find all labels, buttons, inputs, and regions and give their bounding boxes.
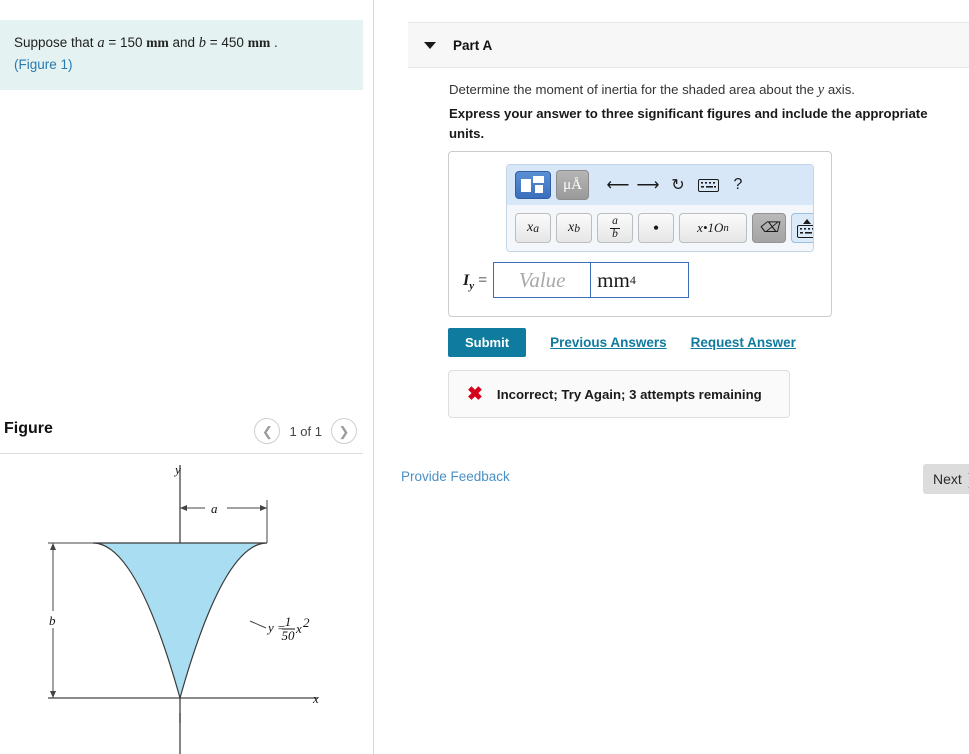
redo-icon[interactable]: ⟶ xyxy=(633,175,663,195)
unit-base: mm xyxy=(597,267,630,292)
unit-b: mm xyxy=(247,35,271,50)
figure-panel-title: Figure xyxy=(4,420,53,437)
figure-counter: 1 of 1 xyxy=(289,423,322,439)
next-button-label: Next xyxy=(933,471,962,487)
figure-dim-b-label: b xyxy=(49,613,56,628)
previous-answers-link[interactable]: Previous Answers xyxy=(550,335,667,350)
figure-dim-a-label: a xyxy=(211,501,218,516)
cross-mark-icon: ✖ xyxy=(467,383,483,405)
question-prefix: Suppose that xyxy=(14,35,98,50)
request-answer-link[interactable]: Request Answer xyxy=(691,335,796,350)
subscript-key[interactable]: xb xyxy=(556,213,592,243)
backspace-key[interactable]: ⌫ xyxy=(752,213,786,243)
answer-input-row: Iy = Value mm 4 xyxy=(463,262,690,298)
answer-value-input[interactable]: Value xyxy=(493,262,592,298)
figure-pager: ❮ 1 of 1 ❯ xyxy=(254,418,357,444)
answer-entry-panel: μÅ ⟵ ⟶ ↻ ? xa xb ab • x•1O n ⌫ Iy = Valu… xyxy=(448,151,832,317)
figure-curve-eq-variable: x xyxy=(295,621,302,636)
part-a-title: Part A xyxy=(453,37,493,53)
toggle-keyboard-key[interactable] xyxy=(791,213,813,243)
reset-icon[interactable]: ↻ xyxy=(663,175,693,195)
scientific-notation-key[interactable]: x•1O n xyxy=(679,213,747,243)
part-a-prompt: Determine the moment of inertia for the … xyxy=(449,80,959,102)
figure-1-link[interactable]: (Figure 1) xyxy=(14,55,349,76)
units-micro-angstrom-icon[interactable]: μÅ xyxy=(556,170,589,200)
math-toolbar: μÅ ⟵ ⟶ ↻ ? xa xb ab • x•1O n ⌫ xyxy=(506,164,814,252)
chevron-right-icon[interactable]: ❯ xyxy=(331,418,357,444)
next-button[interactable]: Next ❯ xyxy=(923,464,969,494)
provide-feedback-link[interactable]: Provide Feedback xyxy=(401,469,510,484)
figure-curve-eq-exponent: 2 xyxy=(303,615,310,630)
prompt-pre: Determine the moment of inertia for the … xyxy=(449,82,818,97)
undo-icon[interactable]: ⟵ xyxy=(603,175,633,195)
fraction-key[interactable]: ab xyxy=(597,213,633,243)
shaded-parabolic-area xyxy=(92,542,268,701)
feedback-banner: ✖ Incorrect; Try Again; 3 attempts remai… xyxy=(448,370,790,418)
keyboard-icon xyxy=(796,224,813,238)
part-a-header[interactable]: Part A xyxy=(408,22,969,68)
fraction-numerator: a xyxy=(610,214,620,229)
figure-curve-eq-numerator: 1 xyxy=(285,614,292,629)
submit-button[interactable]: Submit xyxy=(448,328,527,357)
feedback-message: Incorrect; Try Again; 3 attempts remaini… xyxy=(496,386,762,402)
caret-down-icon[interactable] xyxy=(424,41,436,49)
unit-exponent: 4 xyxy=(629,272,636,287)
question-suffix: . xyxy=(270,35,278,50)
fraction-denominator: b xyxy=(612,227,618,240)
figure-curve-eq-denominator: 50 xyxy=(282,628,296,643)
chevron-left-icon[interactable]: ❮ xyxy=(254,418,281,444)
value-a: = 150 xyxy=(104,35,147,50)
answer-label: Iy = xyxy=(463,272,488,293)
answer-actions: Submit Previous Answers Request Answer xyxy=(448,328,796,357)
multiply-dot-key[interactable]: • xyxy=(638,213,674,243)
template-picker-icon[interactable] xyxy=(515,171,551,199)
math-toolbar-row-keys: xa xb ab • x•1O n ⌫ xyxy=(507,205,813,251)
answer-unit-input[interactable]: mm 4 xyxy=(591,262,690,298)
part-a-instruction: Express your answer to three significant… xyxy=(449,106,928,142)
value-b: = 450 xyxy=(206,35,248,50)
question-statement: Suppose that a = 150 mm and b = 450 mm .… xyxy=(0,20,363,91)
prompt-post: axis. xyxy=(824,82,855,97)
math-toolbar-row-primary: μÅ ⟵ ⟶ ↻ ? xyxy=(507,165,813,205)
keyboard-icon[interactable] xyxy=(693,178,723,192)
help-icon[interactable]: ? xyxy=(723,176,753,194)
figure-y-axis-label: y xyxy=(173,462,181,477)
question-mid: and xyxy=(168,35,199,50)
figure-x-axis-label: x xyxy=(312,691,319,706)
figure-diagram: y x a b y = 1 50 x 2 xyxy=(45,462,319,754)
caret-up-icon xyxy=(803,218,811,224)
left-panel: Suppose that a = 150 mm and b = 450 mm .… xyxy=(0,0,374,754)
variable-b: b xyxy=(198,35,207,51)
superscript-key[interactable]: xa xyxy=(515,213,551,243)
unit-a: mm xyxy=(146,35,169,50)
figure-panel-header: Figure ❮ 1 of 1 ❯ xyxy=(0,410,363,454)
right-panel: Part A Determine the moment of inertia f… xyxy=(375,0,969,754)
variable-a: a xyxy=(97,35,105,51)
